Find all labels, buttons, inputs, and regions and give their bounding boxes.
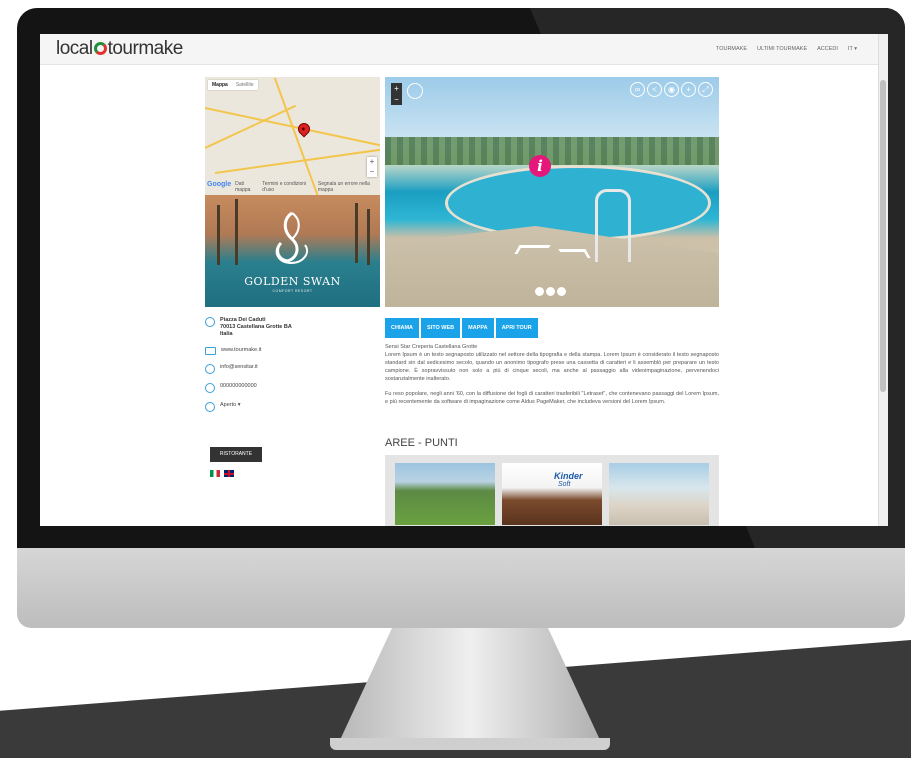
phone-link[interactable]: 000000000000	[220, 383, 257, 390]
map-pin-icon[interactable]	[295, 120, 313, 138]
gallery-item-terrace[interactable]	[609, 463, 709, 525]
points-gallery: Kinder Soft	[385, 455, 719, 526]
address-row: Piazza Dei Caduti 70013 Castellana Grott…	[205, 317, 380, 338]
fullscreen-icon[interactable]: ⤢	[698, 82, 713, 97]
browser-screen: local tourmake TOURMAKE ULTIMI TOURMAKE A…	[40, 34, 888, 526]
tour-toolbar: ∞ < ◉ + ⤢	[630, 82, 713, 97]
language-flags	[210, 470, 234, 477]
nav-ultimi-tourmake[interactable]: ULTIMI TOURMAKE	[757, 46, 807, 52]
monitor-icon	[205, 347, 216, 355]
site-logo[interactable]: local tourmake	[56, 38, 183, 60]
location-map[interactable]: Mappa Satellite + − Google Dati mappa Te…	[205, 77, 380, 195]
location-icon[interactable]: ◉	[664, 82, 679, 97]
hours-dropdown[interactable]: Aperto ▾	[220, 402, 241, 409]
virtual-tour-viewer[interactable]: + − ∞ < ◉ + ⤢ i	[385, 77, 719, 307]
swan-logo-icon	[275, 211, 309, 265]
share-icon[interactable]: <	[647, 82, 662, 97]
category-button[interactable]: RISTORANTE	[210, 447, 262, 462]
map-zoom-in-button[interactable]: +	[367, 157, 377, 167]
gallery-item-kinder[interactable]: Kinder Soft	[502, 463, 602, 525]
description-paragraph-1: Lorem Ipsum è un testo segnaposto utiliz…	[385, 352, 719, 382]
gallery-item-garden[interactable]	[395, 463, 495, 525]
description-paragraph-2: Fu reso popolare, negli anni '60, con la…	[385, 391, 719, 405]
tour-zoom-control: + −	[391, 83, 402, 105]
map-button[interactable]: MAPPA	[462, 318, 494, 338]
description-title: Sensi Star Creperia Castellana Grotte	[385, 344, 478, 350]
section-title: AREE - PUNTI	[385, 437, 458, 449]
nav-arrow-right-icon[interactable]	[558, 249, 591, 258]
website-link[interactable]: www.tourmake.it	[221, 347, 261, 354]
tab-satellite[interactable]: Satellite	[232, 80, 258, 90]
google-logo: Google	[207, 181, 232, 188]
email-row: info@sensitar.it	[205, 364, 380, 374]
map-footer: Google Dati mappa Termini e condizioni d…	[207, 181, 370, 193]
open-tour-button[interactable]: APRI TOUR	[495, 318, 538, 338]
italian-flag-icon[interactable]	[210, 470, 220, 477]
nav-links: TOURMAKE ULTIMI TOURMAKE ACCEDI IT ▾	[716, 46, 857, 52]
at-icon	[205, 364, 215, 374]
kinder-product-text: Soft	[558, 481, 571, 488]
phone-icon	[205, 383, 215, 393]
compass-icon[interactable]	[407, 83, 423, 99]
hours-row: Aperto ▾	[205, 402, 380, 412]
vr-icon[interactable]: ∞	[630, 82, 645, 97]
business-cover-image: GOLDEN SWAN COMFORT RESORT	[205, 195, 380, 307]
gallery-icon[interactable]	[546, 287, 555, 296]
kinder-brand-text: Kinder	[554, 471, 583, 481]
description: Sensi Star Creperia Castellana Grotte Lo…	[385, 343, 719, 413]
monitor-stand	[340, 628, 600, 740]
monitor-chin	[17, 548, 905, 628]
page-scrollbar[interactable]	[878, 34, 888, 526]
phone-row: 000000000000	[205, 383, 380, 393]
chat-icon[interactable]	[557, 287, 566, 296]
clock-icon	[205, 402, 215, 412]
pool-ladder	[595, 189, 631, 262]
address-line-2: 70013 Castellana Grotte BA	[220, 324, 292, 330]
scrollbar-thumb[interactable]	[880, 80, 886, 392]
contact-sidebar: Piazza Dei Caduti 70013 Castellana Grott…	[205, 317, 380, 421]
brand-subtitle: COMFORT RESORT	[272, 289, 313, 293]
call-button[interactable]: CHIAMA	[385, 318, 419, 338]
brand-title: GOLDEN SWAN	[244, 275, 341, 288]
location-pin-icon	[205, 317, 215, 327]
address-line-3: Italia	[220, 331, 233, 337]
top-navbar: local tourmake TOURMAKE ULTIMI TOURMAKE A…	[40, 34, 879, 65]
nav-arrow-left-icon[interactable]	[514, 245, 551, 254]
map-zoom-out-button[interactable]: −	[367, 167, 377, 177]
tab-mappa[interactable]: Mappa	[208, 80, 232, 90]
website-row: www.tourmake.it	[205, 347, 380, 355]
action-buttons: CHIAMA SITO WEB MAPPA APRI TOUR	[385, 318, 538, 338]
logo-italy-icon	[93, 42, 107, 55]
nav-accedi[interactable]: ACCEDI	[817, 46, 838, 52]
map-type-tabs: Mappa Satellite	[208, 80, 258, 90]
email-link[interactable]: info@sensitar.it	[220, 364, 258, 371]
language-dropdown[interactable]: IT ▾	[848, 46, 857, 52]
pool-scene	[445, 165, 711, 241]
address-line-1: Piazza Dei Caduti	[220, 317, 266, 323]
tour-zoom-in-button[interactable]: +	[391, 83, 402, 94]
info-hotspot-icon[interactable]: i	[529, 155, 551, 177]
add-icon[interactable]: +	[681, 82, 696, 97]
nav-tourmake[interactable]: TOURMAKE	[716, 46, 747, 52]
tour-bottom-controls	[535, 287, 566, 296]
tour-zoom-out-button[interactable]: −	[391, 94, 402, 105]
monitor-stand-base	[330, 738, 610, 750]
map-zoom-control: + −	[367, 157, 377, 177]
uk-flag-icon[interactable]	[224, 470, 234, 477]
website-button[interactable]: SITO WEB	[421, 318, 461, 338]
play-icon[interactable]	[535, 287, 544, 296]
